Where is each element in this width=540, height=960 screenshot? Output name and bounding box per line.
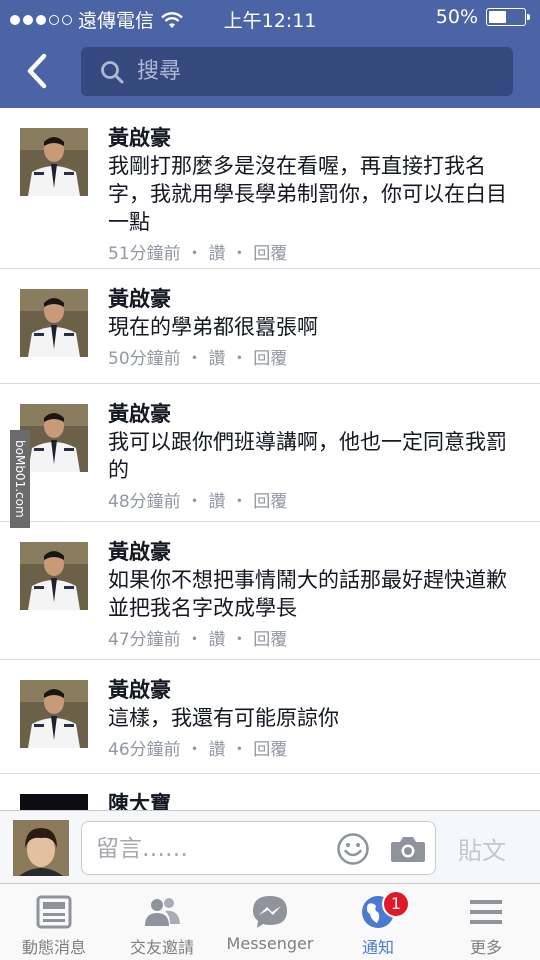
like-link[interactable]: 讚 xyxy=(208,349,225,369)
like-link[interactable]: 讚 xyxy=(208,492,225,512)
avatar[interactable] xyxy=(20,794,88,810)
avatar[interactable] xyxy=(20,542,88,610)
tab-more[interactable]: 更多 xyxy=(432,884,540,960)
reply-link[interactable]: 回覆 xyxy=(253,740,287,760)
status-bar: 遠傳電信 上午12:11 50% xyxy=(0,0,540,36)
friend-requests-icon xyxy=(145,898,180,926)
comment-meta: 47分鐘前 ・ 讚 ・ 回覆 xyxy=(108,626,516,654)
comment-author[interactable]: 黃啟豪 xyxy=(108,400,516,428)
comment-time: 47分鐘前 xyxy=(108,630,181,650)
watermark: boMb01.com xyxy=(10,430,30,528)
camera-icon[interactable] xyxy=(390,834,426,864)
comment-content: 陳大寶 xyxy=(108,790,516,810)
comment-meta: 46分鐘前 ・ 讚 ・ 回覆 xyxy=(108,736,516,764)
battery-percent: 50% xyxy=(435,6,478,28)
like-link[interactable]: 讚 xyxy=(208,244,225,264)
comment-item: 黃啟豪 如果你不想把事情鬧大的話那最好趕快道歉並把我名字改成學長 47分鐘前 ・… xyxy=(0,522,540,660)
comment-input[interactable] xyxy=(96,834,326,864)
comment-input-box[interactable] xyxy=(81,821,436,875)
separator: ・ xyxy=(186,630,204,650)
tab-label: 更多 xyxy=(469,938,502,957)
reply-link[interactable]: 回覆 xyxy=(253,349,287,369)
avatar[interactable] xyxy=(20,128,88,196)
comment-item: 黃啟豪 現在的學弟都很囂張啊 50分鐘前 ・ 讚 ・ 回覆 xyxy=(0,269,540,384)
comment-item: 陳大寶 xyxy=(0,774,540,810)
comment-item: 黃啟豪 這樣，我還有可能原諒你 46分鐘前 ・ 讚 ・ 回覆 xyxy=(0,660,540,774)
comment-author[interactable]: 黃啟豪 xyxy=(108,124,516,152)
back-arrow-icon[interactable] xyxy=(22,52,52,90)
separator: ・ xyxy=(230,244,248,264)
comment-content: 黃啟豪 如果你不想把事情鬧大的話那最好趕快道歉並把我名字改成學長 47分鐘前 ・… xyxy=(108,538,516,654)
status-right: 50% xyxy=(435,6,530,28)
search-icon xyxy=(101,60,124,83)
top-navigation-bar: 遠傳電信 上午12:11 50% xyxy=(0,0,540,108)
tab-label: Messenger xyxy=(226,934,314,953)
comment-author[interactable]: 陳大寶 xyxy=(108,790,516,810)
menu-icon xyxy=(470,900,502,924)
comment-composer: 貼文 xyxy=(0,810,540,884)
messenger-icon xyxy=(253,896,287,928)
comment-item: 黃啟豪 我剛打那麼多是沒在看喔，再直接打我名字，我就用學長學弟制罰你，你可以在白… xyxy=(0,108,540,269)
tab-friend-requests[interactable]: 交友邀請 xyxy=(108,884,216,960)
comment-content: 黃啟豪 現在的學弟都很囂張啊 50分鐘前 ・ 讚 ・ 回覆 xyxy=(108,285,516,373)
separator: ・ xyxy=(230,349,248,369)
comment-text: 這樣，我還有可能原諒你 xyxy=(108,706,339,730)
comment-time: 51分鐘前 xyxy=(108,244,181,264)
comment-time: 46分鐘前 xyxy=(108,740,181,760)
comment-text: 現在的學弟都很囂張啊 xyxy=(108,315,318,339)
separator: ・ xyxy=(230,630,248,650)
comment-item: 黃啟豪 我可以跟你們班導講啊，他也一定同意我罰的 48分鐘前 ・ 讚 ・ 回覆 xyxy=(0,384,540,522)
my-avatar xyxy=(13,820,69,876)
comment-meta: 50分鐘前 ・ 讚 ・ 回覆 xyxy=(108,345,516,373)
separator: ・ xyxy=(186,492,204,512)
tab-news-feed[interactable]: 動態消息 xyxy=(0,884,108,960)
avatar[interactable] xyxy=(20,289,88,357)
reply-link[interactable]: 回覆 xyxy=(253,244,287,264)
notification-badge: 1 xyxy=(382,890,410,918)
reply-link[interactable]: 回覆 xyxy=(253,492,287,512)
tab-label: 交友邀請 xyxy=(129,938,194,957)
tab-label: 通知 xyxy=(361,938,394,957)
comment-author[interactable]: 黃啟豪 xyxy=(108,285,516,313)
comment-time: 48分鐘前 xyxy=(108,492,181,512)
tab-messenger[interactable]: Messenger xyxy=(216,884,324,960)
comment-author[interactable]: 黃啟豪 xyxy=(108,676,516,704)
separator: ・ xyxy=(230,740,248,760)
comment-text: 我剛打那麼多是沒在看喔，再直接打我名字，我就用學長學弟制罰你，你可以在白目一點 xyxy=(108,154,507,234)
comment-meta: 48分鐘前 ・ 讚 ・ 回覆 xyxy=(108,488,516,516)
separator: ・ xyxy=(186,349,204,369)
smiley-icon[interactable] xyxy=(336,832,370,866)
comment-author[interactable]: 黃啟豪 xyxy=(108,538,516,566)
reply-link[interactable]: 回覆 xyxy=(253,630,287,650)
comment-meta: 51分鐘前 ・ 讚 ・ 回覆 xyxy=(108,240,516,268)
comment-list: 黃啟豪 我剛打那麼多是沒在看喔，再直接打我名字，我就用學長學弟制罰你，你可以在白… xyxy=(0,108,540,810)
tab-label: 動態消息 xyxy=(21,938,86,957)
comment-content: 黃啟豪 這樣，我還有可能原諒你 46分鐘前 ・ 讚 ・ 回覆 xyxy=(108,676,516,764)
separator: ・ xyxy=(230,492,248,512)
comment-content: 黃啟豪 我剛打那麼多是沒在看喔，再直接打我名字，我就用學長學弟制罰你，你可以在白… xyxy=(108,124,516,268)
avatar[interactable] xyxy=(20,680,88,748)
post-button[interactable]: 貼文 xyxy=(458,831,506,866)
battery-icon xyxy=(486,8,530,26)
news-feed-icon xyxy=(36,895,72,929)
search-bar[interactable] xyxy=(81,47,513,96)
avatar[interactable] xyxy=(20,404,88,472)
search-input[interactable] xyxy=(137,59,477,84)
bottom-tab-bar: 動態消息 交友邀請 Messenger 1 通知 更多 xyxy=(0,884,540,960)
separator: ・ xyxy=(186,244,204,264)
tab-notifications[interactable]: 1 通知 xyxy=(324,884,432,960)
like-link[interactable]: 讚 xyxy=(208,740,225,760)
comment-time: 50分鐘前 xyxy=(108,349,181,369)
comment-text: 如果你不想把事情鬧大的話那最好趕快道歉並把我名字改成學長 xyxy=(108,568,507,620)
comment-content: 黃啟豪 我可以跟你們班導講啊，他也一定同意我罰的 48分鐘前 ・ 讚 ・ 回覆 xyxy=(108,400,516,516)
comment-text: 我可以跟你們班導講啊，他也一定同意我罰的 xyxy=(108,430,507,482)
separator: ・ xyxy=(186,740,204,760)
like-link[interactable]: 讚 xyxy=(208,630,225,650)
